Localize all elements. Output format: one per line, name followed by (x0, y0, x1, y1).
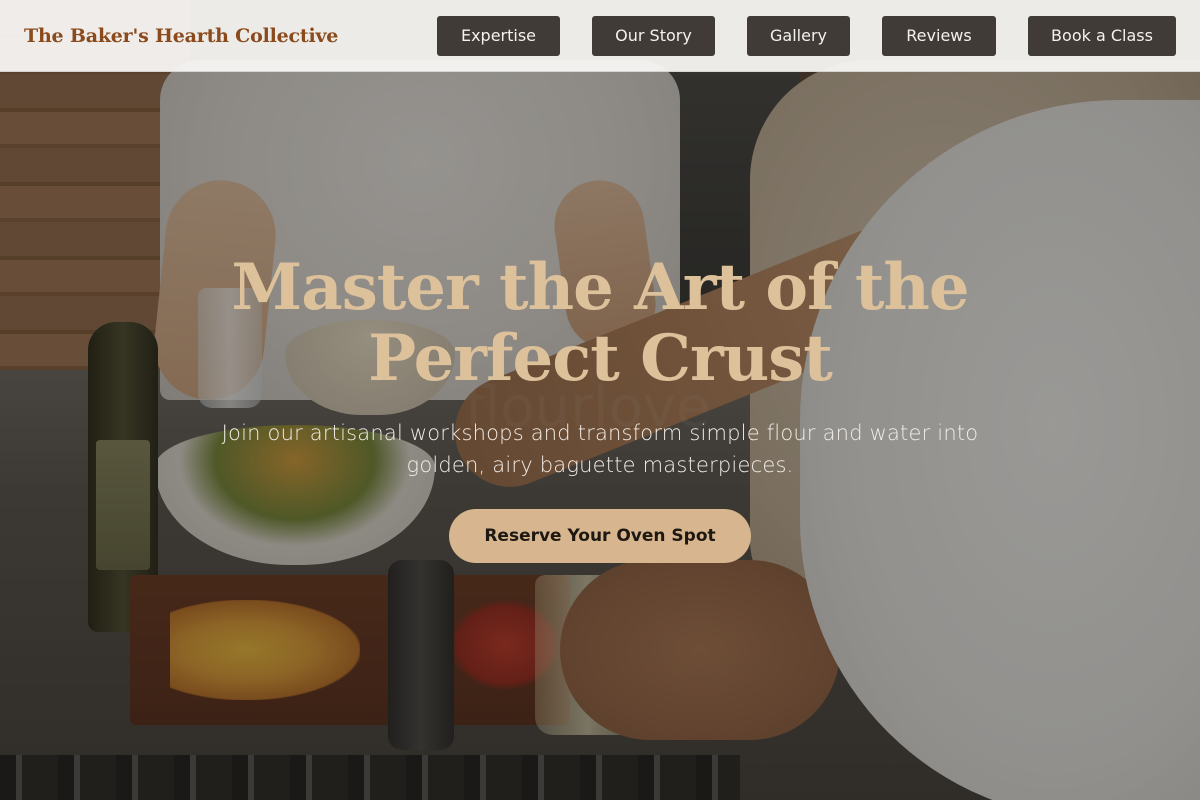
nav-our-story-button[interactable]: Our Story (592, 16, 715, 56)
nav-gallery-button[interactable]: Gallery (747, 16, 850, 56)
hero-subtitle-line-1: Join our artisanal workshops and transfo… (221, 421, 979, 445)
hero-dark-overlay (0, 0, 1200, 800)
page: flourlove The Baker's Hearth Collective … (0, 0, 1200, 800)
brand-logo-text[interactable]: The Baker's Hearth Collective (24, 0, 338, 72)
reserve-oven-spot-button[interactable]: Reserve Your Oven Spot (449, 509, 751, 563)
hero-subtitle-line-2: golden, airy baguette masterpieces. (406, 453, 794, 477)
nav-book-a-class-button[interactable]: Book a Class (1028, 16, 1176, 56)
hero-title: Master the Art of the Perfect Crust (100, 252, 1100, 394)
hero-title-line-2: Perfect Crust (368, 321, 833, 396)
site-header: The Baker's Hearth Collective Expertise … (0, 0, 1200, 72)
nav-expertise-button[interactable]: Expertise (437, 16, 560, 56)
hero-subtitle: Join our artisanal workshops and transfo… (160, 417, 1040, 481)
hero-title-line-1: Master the Art of the (231, 250, 969, 325)
nav-reviews-button[interactable]: Reviews (882, 16, 996, 56)
